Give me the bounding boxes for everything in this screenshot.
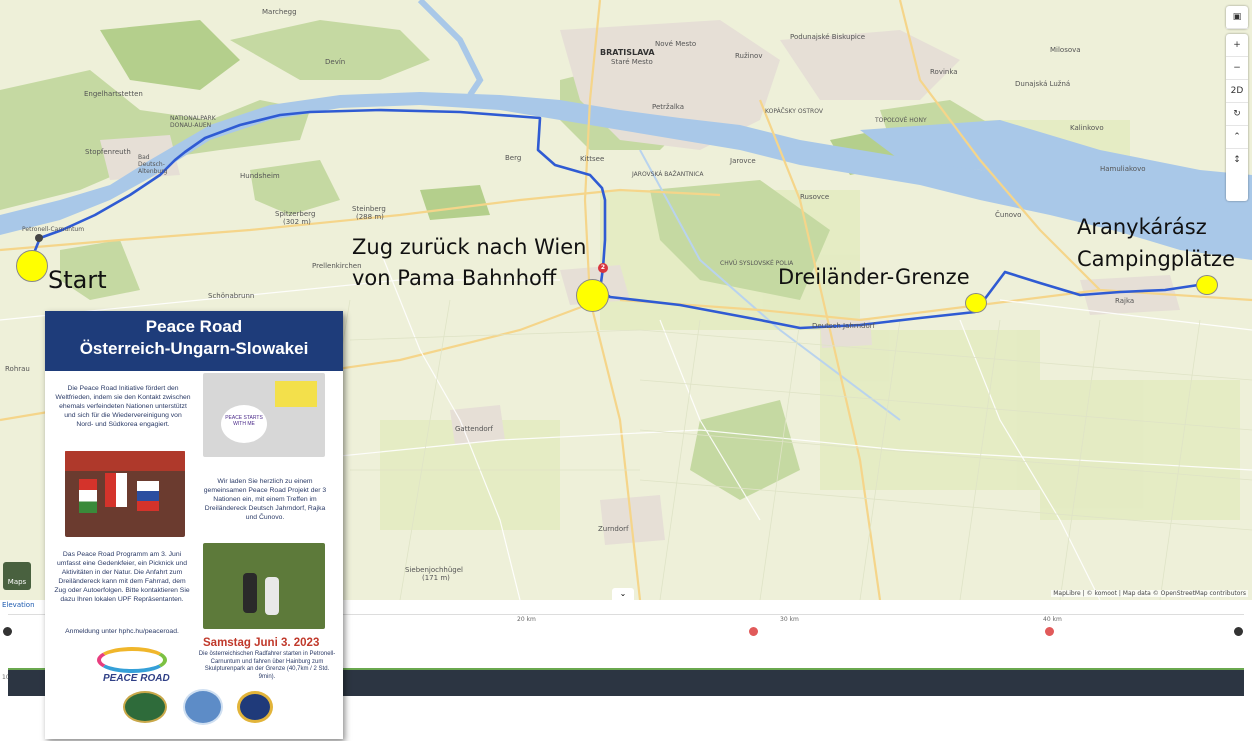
flyer-title: Peace Road bbox=[145, 317, 243, 336]
peace-sign-photo: PEACE STARTS WITH ME bbox=[203, 373, 325, 457]
flyer-header: Peace Road Österreich-Ungarn-Slowakei bbox=[45, 311, 343, 371]
flag bbox=[79, 479, 97, 513]
axis-tick-label: 20 km bbox=[517, 616, 536, 623]
flag bbox=[105, 473, 127, 507]
camping-label: Campingplätze bbox=[1077, 247, 1236, 271]
flag bbox=[137, 481, 159, 511]
flyer-program-text: Das Peace Road Programm am 3. Juni umfas… bbox=[54, 551, 190, 603]
zoom-in-button[interactable]: + bbox=[1226, 34, 1248, 57]
cyclists-photo bbox=[203, 543, 325, 629]
logo-infinity-icon bbox=[97, 647, 167, 673]
flyer-cycling-text: Die österreichischen Radfahrer starten i… bbox=[198, 651, 336, 680]
partner-logo bbox=[237, 691, 273, 723]
start-pin-icon bbox=[35, 234, 43, 242]
compass-icon[interactable]: ⌃ bbox=[1226, 126, 1248, 149]
waypoint-icon[interactable] bbox=[1045, 627, 1054, 636]
partner-logo bbox=[123, 691, 167, 723]
peace-road-flyer: Peace Road Österreich-Ungarn-Slowakei Di… bbox=[45, 311, 343, 739]
axis-tick-label: 40 km bbox=[1043, 616, 1062, 623]
flags-photo bbox=[65, 451, 185, 537]
cyclist bbox=[265, 577, 279, 615]
2d-toggle-button[interactable]: 2D bbox=[1226, 80, 1248, 103]
train-station-marker[interactable] bbox=[576, 279, 609, 312]
partner-logo bbox=[183, 689, 223, 725]
waypoint-badge[interactable]: 2 bbox=[598, 263, 608, 273]
waypoint-icon[interactable] bbox=[749, 627, 758, 636]
maps-layer-button[interactable]: Maps bbox=[3, 562, 31, 590]
start-marker[interactable] bbox=[16, 250, 48, 282]
elevation-label[interactable]: Elevation bbox=[2, 601, 35, 609]
cyclist bbox=[243, 573, 257, 613]
flyer-registration-text[interactable]: Anmeldung unter hphc.hu/peaceroad. bbox=[53, 627, 191, 636]
aranykarasz-label: Aranykárász bbox=[1077, 215, 1207, 239]
peace-road-logo: PEACE ROAD bbox=[91, 643, 175, 685]
zoom-controls: + − 2D ↻ ⌃ ↕ bbox=[1226, 34, 1248, 201]
finish-point-icon[interactable] bbox=[1234, 627, 1243, 636]
border-label: Dreiländer-Grenze bbox=[778, 265, 970, 289]
collapse-chevron-icon[interactable]: ⌄ bbox=[612, 588, 634, 600]
event-date: Samstag Juni 3. 2023 bbox=[203, 637, 320, 649]
start-point-icon[interactable] bbox=[3, 627, 12, 636]
flyer-intro-text: Die Peace Road Initiative fördert den We… bbox=[55, 385, 191, 428]
camping-marker[interactable] bbox=[1196, 275, 1218, 295]
train-label-line1: Zug zurück nach Wien bbox=[352, 235, 587, 259]
logo-text: PEACE ROAD bbox=[103, 673, 170, 684]
map-attribution[interactable]: MapLibre | © komoot | Map data © OpenStr… bbox=[1051, 590, 1248, 597]
flyer-invitation-text: Wir laden Sie herzlich zu einem gemeinsa… bbox=[203, 478, 327, 521]
screenshot-icon[interactable]: ▣ bbox=[1226, 6, 1248, 29]
flowers bbox=[65, 451, 185, 471]
rotate-icon[interactable]: ↻ bbox=[1226, 103, 1248, 126]
maps-layer-label: Maps bbox=[7, 578, 27, 586]
zoom-out-button[interactable]: − bbox=[1226, 57, 1248, 80]
peace-sign-text: PEACE STARTS WITH ME bbox=[225, 415, 263, 427]
flyer-subtitle: Österreich-Ungarn-Slowakei bbox=[79, 339, 309, 358]
axis-tick-label: 30 km bbox=[780, 616, 799, 623]
map-controls: ▣ bbox=[1226, 6, 1248, 29]
border-marker[interactable] bbox=[965, 293, 987, 313]
start-label: Start bbox=[48, 266, 107, 294]
tilt-slider[interactable]: ↕ bbox=[1226, 149, 1248, 201]
train-label-line2: von Pama Bahnhoff bbox=[352, 266, 557, 290]
peace-sign: PEACE STARTS WITH ME bbox=[221, 405, 267, 443]
sign-board bbox=[275, 381, 317, 407]
